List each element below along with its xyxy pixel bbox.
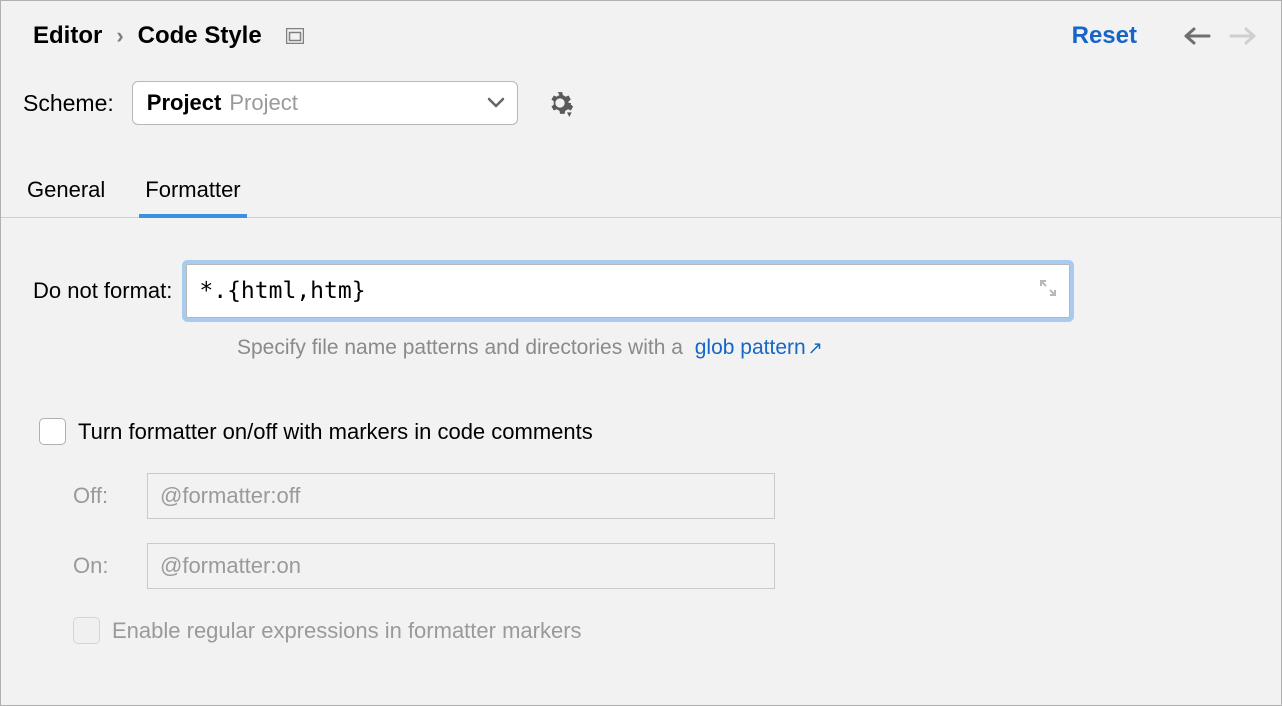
marker-off-input: [147, 473, 775, 519]
expand-icon[interactable]: [1038, 278, 1058, 304]
do-not-format-input[interactable]: [186, 264, 1070, 318]
markers-toggle-checkbox[interactable]: [39, 418, 66, 445]
scheme-secondary: Project: [229, 90, 297, 116]
marker-on-row: On:: [73, 543, 1243, 589]
formatter-settings: Do not format: Specify file name pattern…: [1, 218, 1281, 644]
scheme-label: Scheme:: [23, 90, 114, 117]
breadcrumb-editor[interactable]: Editor: [33, 22, 102, 50]
tab-bar: General Formatter: [1, 125, 1281, 218]
enable-regex-row: Enable regular expressions in formatter …: [33, 617, 1243, 644]
marker-fields: Off: On:: [33, 473, 1243, 589]
reset-button[interactable]: Reset: [1072, 22, 1137, 50]
do-not-format-hint: Specify file name patterns and directori…: [33, 336, 1243, 360]
breadcrumb-separator: ›: [116, 23, 123, 49]
tab-general[interactable]: General: [25, 177, 107, 217]
do-not-format-input-wrap: [186, 264, 1070, 318]
enable-regex-checkbox: [73, 617, 100, 644]
header-row: Editor › Code Style Reset: [1, 1, 1281, 59]
scheme-select[interactable]: Project Project: [132, 81, 518, 125]
marker-on-input: [147, 543, 775, 589]
external-link-icon: ↗: [808, 338, 823, 358]
nav-forward-icon: [1229, 26, 1257, 46]
settings-panel: Editor › Code Style Reset Scheme: Projec…: [0, 0, 1282, 706]
do-not-format-row: Do not format:: [33, 264, 1243, 318]
scheme-row: Scheme: Project Project: [1, 59, 1281, 125]
markers-toggle-row: Turn formatter on/off with markers in co…: [33, 418, 1243, 445]
marker-on-label: On:: [73, 553, 141, 579]
enable-regex-label: Enable regular expressions in formatter …: [112, 618, 582, 644]
chevron-down-icon: [487, 91, 505, 115]
markers-toggle-label: Turn formatter on/off with markers in co…: [78, 419, 593, 445]
scheme-primary: Project: [147, 90, 222, 116]
gear-icon[interactable]: [546, 89, 574, 117]
breadcrumb-code-style[interactable]: Code Style: [138, 22, 262, 50]
do-not-format-label: Do not format:: [33, 278, 172, 304]
tab-formatter[interactable]: Formatter: [143, 177, 242, 217]
glob-pattern-link[interactable]: glob pattern: [695, 336, 806, 359]
show-in-window-icon[interactable]: [286, 28, 304, 44]
marker-off-label: Off:: [73, 483, 141, 509]
breadcrumb: Editor › Code Style: [33, 22, 304, 50]
nav-back-icon[interactable]: [1183, 26, 1211, 46]
marker-off-row: Off:: [73, 473, 1243, 519]
hint-text: Specify file name patterns and directori…: [237, 336, 683, 359]
